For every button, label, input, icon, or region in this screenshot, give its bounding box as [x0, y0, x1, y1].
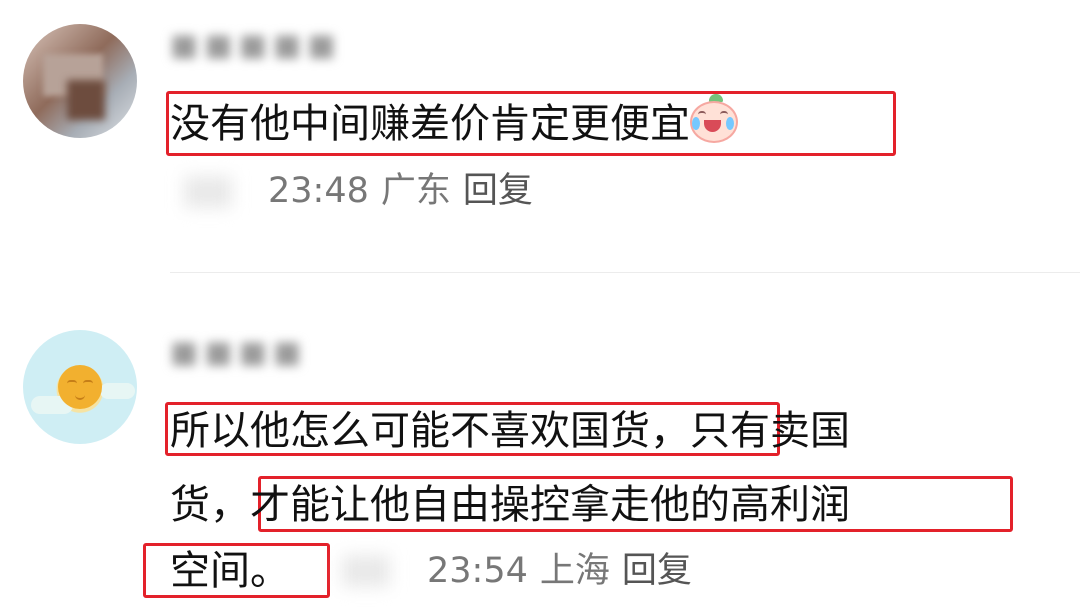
comment-time: 23:54	[427, 551, 528, 591]
sun-avatar-icon	[58, 365, 102, 409]
comment-text: 货，	[170, 482, 250, 528]
blurred-meta-info	[184, 176, 232, 208]
comment-text-line-3: 空间。	[170, 546, 290, 596]
comment-meta: 23:54 上海 回复	[427, 550, 704, 592]
reply-button[interactable]: 回复	[622, 551, 692, 591]
highlighted-text: 所以他怎么可能不喜欢国货	[170, 408, 650, 454]
crying-laughing-face-icon	[690, 94, 738, 143]
comment-text: 没有他中间赚差价肯定更便宜	[170, 94, 738, 149]
comment-divider	[170, 272, 1080, 273]
comment-location: 广东	[380, 171, 451, 211]
reply-button[interactable]: 回复	[463, 171, 533, 211]
comment-location: 上海	[539, 551, 610, 591]
comment-time: 23:48	[268, 171, 369, 211]
username-blurred[interactable]: ■■■■	[170, 335, 307, 377]
user-avatar[interactable]	[23, 330, 137, 444]
comment-text-line-1: 所以他怎么可能不喜欢国货，只有卖国	[170, 406, 850, 456]
comment-text-main: 没有他中间赚差价肯定更便宜	[170, 101, 690, 147]
blurred-meta-info	[342, 555, 390, 587]
username-blurred[interactable]: ■■■■■	[170, 28, 342, 70]
highlighted-text: 空间。	[170, 548, 290, 594]
highlighted-text: 才能让他自由操控拿走他的高利润	[250, 482, 850, 528]
comment-meta: 23:48 广东 回复	[268, 170, 545, 212]
comment-text: ，只有卖国	[650, 408, 850, 454]
user-avatar[interactable]	[23, 24, 137, 138]
blurred-avatar-detail	[67, 80, 105, 120]
comment-text-line-2: 货，才能让他自由操控拿走他的高利润	[170, 480, 850, 530]
